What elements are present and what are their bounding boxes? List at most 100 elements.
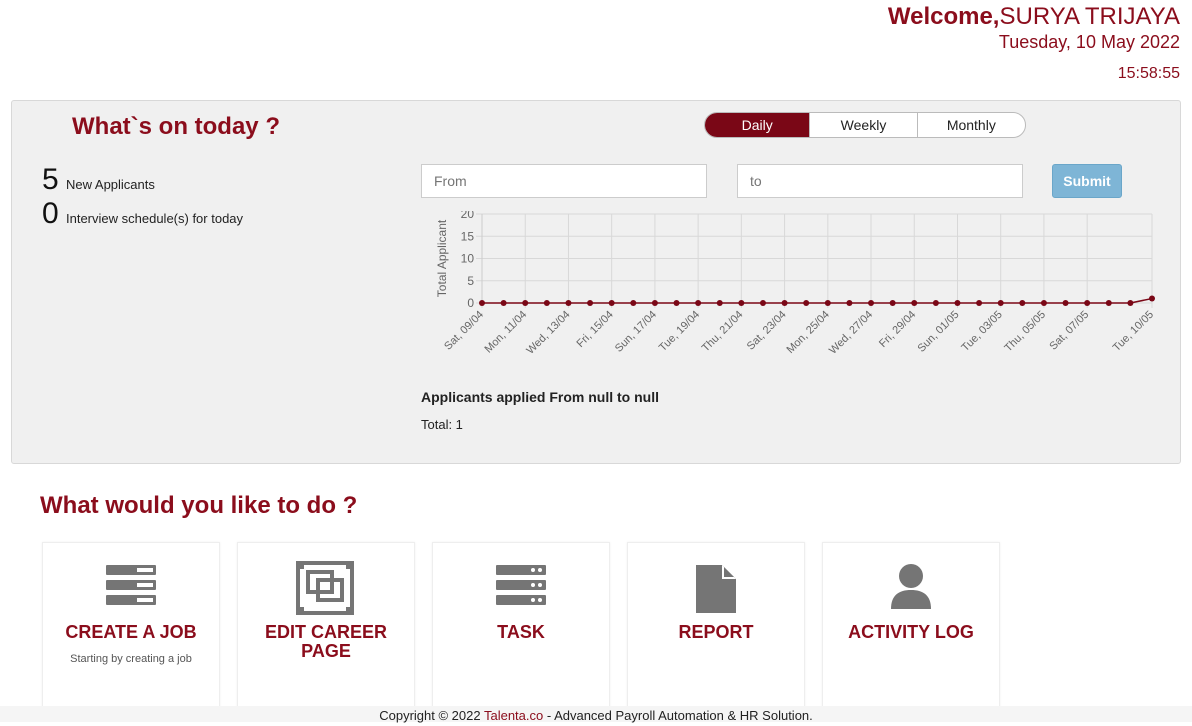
x-tick-label: Mon, 11/04 (483, 309, 530, 356)
stat-label: Interview schedule(s) for today (66, 211, 244, 226)
footer-suffix: - Advanced Payroll Automation & HR Solut… (543, 708, 813, 723)
x-tick-label: Thu, 05/05 (1002, 309, 1048, 355)
card-title: TASK (497, 622, 545, 642)
data-point (565, 300, 572, 306)
x-tick-label: Sat, 09/04 (442, 309, 486, 353)
to-date-input[interactable] (737, 164, 1023, 198)
card-title: REPORT (678, 622, 754, 642)
data-point (911, 300, 918, 306)
welcome-block: Welcome,SURYA TRIJAYA Tuesday, 10 May 20… (888, 2, 1180, 84)
welcome-line: Welcome,SURYA TRIJAYA (888, 2, 1180, 32)
current-time: 15:58:55 (1117, 65, 1180, 82)
data-point (608, 300, 615, 306)
x-tick-label: Sun, 01/05 (915, 309, 961, 355)
x-tick-label: Fri, 29/04 (877, 309, 918, 350)
tab-weekly[interactable]: Weekly (810, 113, 918, 137)
data-point (1127, 300, 1134, 306)
y-tick-label: 20 (461, 211, 475, 221)
data-point (738, 300, 745, 306)
today-stats: 5 New Applicants 0 Interview schedule(s)… (42, 163, 243, 231)
x-tick-label: Sat, 23/04 (745, 309, 789, 353)
data-point (868, 300, 875, 306)
stat-interviews: 0 Interview schedule(s) for today (42, 197, 243, 231)
welcome-prefix: Welcome, (887, 3, 1000, 30)
card-task[interactable]: TASK (432, 542, 610, 712)
data-point (976, 300, 983, 306)
stat-value: 5 (42, 163, 59, 196)
x-tick-label: Wed, 13/04 (524, 309, 572, 357)
card-report[interactable]: REPORT (627, 542, 805, 712)
x-tick-label: Tue, 03/05 (959, 309, 1004, 354)
layers-frame-icon (238, 561, 414, 615)
x-tick-label: Sun, 17/04 (613, 309, 659, 355)
card-subtitle: Starting by creating a job (70, 653, 192, 665)
data-point (846, 300, 853, 306)
stat-label: New Applicants (66, 177, 155, 192)
data-point (1149, 295, 1155, 302)
today-panel: What`s on today ? Daily Weekly Monthly 5… (11, 100, 1181, 464)
tab-daily[interactable]: Daily (705, 113, 811, 137)
data-point (803, 300, 810, 306)
card-title: CREATE A JOB (65, 622, 197, 642)
document-icon (628, 563, 804, 615)
data-point (543, 300, 550, 306)
y-tick-label: 5 (467, 274, 474, 288)
submit-button[interactable]: Submit (1052, 164, 1122, 198)
applied-total-text: Total: 1 (421, 417, 463, 432)
applied-range-text: Applicants applied From null to null (421, 389, 659, 405)
data-point (1019, 300, 1026, 306)
card-create-job[interactable]: CREATE A JOB Starting by creating a job (42, 542, 220, 712)
period-toggle: Daily Weekly Monthly (704, 112, 1026, 138)
data-point (673, 300, 680, 306)
data-point (587, 300, 594, 306)
stat-value: 0 (42, 197, 59, 230)
data-point (932, 300, 939, 306)
user-icon (823, 563, 999, 615)
card-edit-career-page[interactable]: EDIT CAREER PAGE (237, 542, 415, 712)
data-point (997, 300, 1004, 306)
data-point (651, 300, 658, 306)
from-date-input[interactable] (421, 164, 707, 198)
x-tick-label: Mon, 25/04 (785, 309, 832, 356)
y-axis-label: Total Applicant (435, 219, 449, 297)
server-list-icon (433, 563, 609, 615)
current-date: Tuesday, 10 May 2022 (998, 32, 1180, 52)
x-tick-label: Tue, 10/05 (1111, 309, 1156, 354)
user-name: SURYA TRIJAYA (999, 3, 1180, 30)
data-point (759, 300, 766, 306)
data-point (1105, 300, 1112, 306)
footer: Copyright © 2022 Talenta.co - Advanced P… (0, 706, 1192, 723)
data-point (781, 300, 788, 306)
footer-prefix: Copyright © 2022 (379, 708, 484, 723)
y-tick-label: 0 (467, 296, 474, 310)
data-point (695, 300, 702, 306)
actions-title: What would you like to do ? (40, 492, 358, 519)
tab-monthly[interactable]: Monthly (918, 113, 1025, 137)
card-activity-log[interactable]: ACTIVITY LOG (822, 542, 1000, 712)
data-point (630, 300, 637, 306)
x-tick-label: Thu, 21/04 (700, 309, 746, 355)
x-tick-label: Tue, 19/04 (657, 309, 702, 354)
applicants-chart: 05101520Sat, 09/04Mon, 11/04Wed, 13/04 Fr… (435, 211, 1156, 357)
y-tick-label: 10 (461, 252, 475, 266)
data-point (824, 300, 831, 306)
footer-brand-link[interactable]: Talenta.co (484, 708, 543, 723)
card-title: ACTIVITY LOG (848, 622, 974, 642)
y-tick-label: 15 (461, 229, 475, 243)
x-tick-label: Sat, 07/05 (1047, 309, 1091, 353)
data-point (500, 300, 507, 306)
data-point (716, 300, 723, 306)
data-point (1040, 300, 1047, 306)
data-point (954, 300, 961, 306)
server-list-icon (43, 563, 219, 615)
series-line (482, 297, 1153, 304)
x-tick-label: Fri, 15/04 (574, 309, 615, 350)
data-point (479, 300, 485, 306)
data-point (522, 300, 529, 306)
data-point (1062, 300, 1069, 306)
data-point (1084, 300, 1091, 306)
data-point (889, 300, 896, 306)
x-tick-label: Wed, 27/04 (827, 309, 875, 357)
card-title: EDIT CAREER PAGE (264, 622, 387, 661)
stat-new-applicants: 5 New Applicants (42, 163, 243, 197)
